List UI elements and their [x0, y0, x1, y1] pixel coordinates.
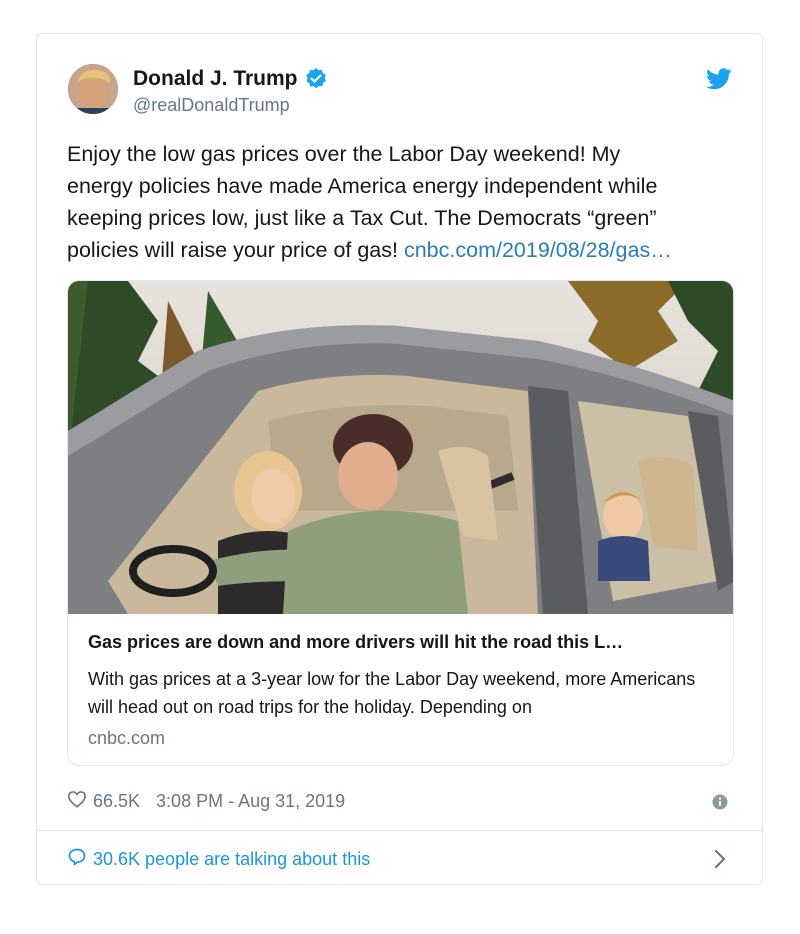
chevron-right-icon[interactable]: [714, 849, 726, 869]
timestamp[interactable]: 3:08 PM - Aug 31, 2019: [156, 791, 345, 812]
link-preview-card[interactable]: Gas prices are down and more drivers wil…: [67, 280, 734, 766]
twitter-bird-icon[interactable]: [706, 68, 732, 90]
like-count[interactable]: 66.5K: [93, 791, 140, 812]
info-icon[interactable]: [712, 794, 728, 810]
card-title[interactable]: Gas prices are down and more drivers wil…: [88, 632, 718, 653]
divider: [37, 830, 762, 831]
author-name[interactable]: Donald J. Trump: [133, 67, 328, 91]
verified-badge-icon: [304, 67, 328, 91]
author-handle[interactable]: @realDonaldTrump: [133, 95, 290, 116]
tweet-text-line-4-prefix: policies will raise your price of gas!: [67, 238, 404, 262]
tweet-text-line-4: policies will raise your price of gas! c…: [67, 234, 732, 266]
tweet-link[interactable]: cnbc.com/2019/08/28/gas…: [404, 238, 672, 262]
tweet-text-line-2: energy policies have made America energy…: [67, 174, 658, 198]
tweet-text-line-3: keeping prices low, just like a Tax Cut.…: [67, 206, 657, 230]
tweet-card: Donald J. Trump @realDonaldTrump Enjoy t…: [36, 33, 763, 885]
heart-icon[interactable]: [67, 790, 87, 813]
preview-image[interactable]: [68, 281, 734, 614]
talking-text[interactable]: 30.6K people are talking about this: [93, 849, 370, 870]
card-description: With gas prices at a 3-year low for the …: [88, 669, 696, 717]
avatar[interactable]: [68, 64, 118, 114]
card-domain: cnbc.com: [88, 728, 166, 748]
tweet-text-line-1: Enjoy the low gas prices over the Labor …: [67, 142, 621, 166]
tweet-text: Enjoy the low gas prices over the Labor …: [67, 138, 732, 266]
author-name-text[interactable]: Donald J. Trump: [133, 67, 298, 91]
conversation-link[interactable]: 30.6K people are talking about this: [67, 847, 370, 872]
tweet-meta: 66.5K 3:08 PM - Aug 31, 2019: [67, 790, 345, 813]
speech-bubble-icon: [67, 847, 87, 872]
